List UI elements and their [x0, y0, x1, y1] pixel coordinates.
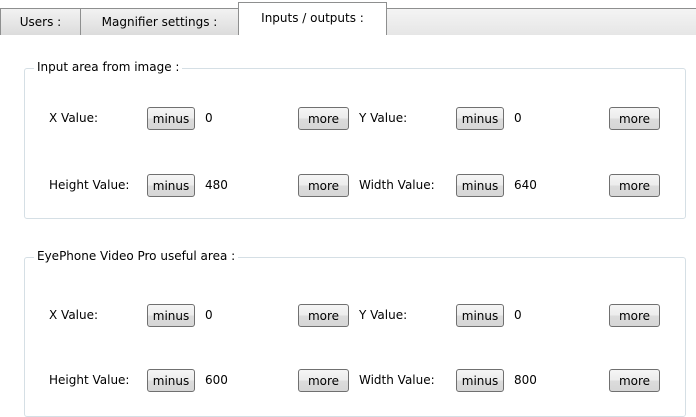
eyephone-x-minus-button[interactable]: minus [147, 304, 195, 327]
input-y-value: 0 [514, 111, 522, 125]
input-width-minus-button[interactable]: minus [456, 174, 504, 197]
eyephone-area-group-title: EyePhone Video Pro useful area : [34, 249, 239, 263]
eyephone-width-label: Width Value: [359, 373, 435, 387]
eyephone-y-more-button[interactable]: more [609, 304, 660, 327]
input-height-more-button[interactable]: more [298, 174, 349, 197]
input-x-label: X Value: [49, 111, 99, 125]
eyephone-height-label: Height Value: [49, 373, 130, 387]
input-x-more-button[interactable]: more [298, 107, 349, 130]
tab-users[interactable]: Users : [0, 8, 81, 35]
input-y-minus-button[interactable]: minus [456, 107, 504, 130]
input-area-group: Input area from image : X Value: minus 0… [24, 60, 686, 219]
tab-bar-empty-area [386, 8, 696, 35]
input-y-label: Y Value: [359, 111, 408, 125]
eyephone-y-label: Y Value: [359, 308, 408, 322]
eyephone-x-more-button[interactable]: more [298, 304, 349, 327]
input-x-value: 0 [205, 111, 213, 125]
input-width-more-button[interactable]: more [609, 174, 660, 197]
tab-bar: Users : Magnifier settings : Inputs / ou… [0, 0, 696, 35]
input-width-value: 640 [514, 178, 537, 192]
eyephone-width-value: 800 [514, 373, 537, 387]
eyephone-area-group: EyePhone Video Pro useful area : X Value… [24, 249, 686, 417]
tab-inputs-outputs[interactable]: Inputs / outputs : [238, 2, 387, 35]
eyephone-x-label: X Value: [49, 308, 99, 322]
eyephone-y-minus-button[interactable]: minus [456, 304, 504, 327]
input-x-minus-button[interactable]: minus [147, 107, 195, 130]
eyephone-height-value: 600 [205, 373, 228, 387]
input-height-minus-button[interactable]: minus [147, 174, 195, 197]
input-area-group-title: Input area from image : [34, 60, 183, 74]
eyephone-x-value: 0 [205, 308, 213, 322]
input-height-label: Height Value: [49, 178, 130, 192]
input-height-value: 480 [205, 178, 228, 192]
input-y-more-button[interactable]: more [609, 107, 660, 130]
input-width-label: Width Value: [359, 178, 435, 192]
eyephone-width-more-button[interactable]: more [609, 369, 660, 392]
tab-users-label: Users : [19, 15, 62, 29]
tab-inputs-outputs-label: Inputs / outputs : [261, 11, 364, 25]
eyephone-height-more-button[interactable]: more [298, 369, 349, 392]
eyephone-width-minus-button[interactable]: minus [456, 369, 504, 392]
eyephone-height-minus-button[interactable]: minus [147, 369, 195, 392]
tab-magnifier-settings[interactable]: Magnifier settings : [80, 8, 239, 35]
tab-magnifier-settings-label: Magnifier settings : [101, 15, 218, 29]
eyephone-y-value: 0 [514, 308, 522, 322]
